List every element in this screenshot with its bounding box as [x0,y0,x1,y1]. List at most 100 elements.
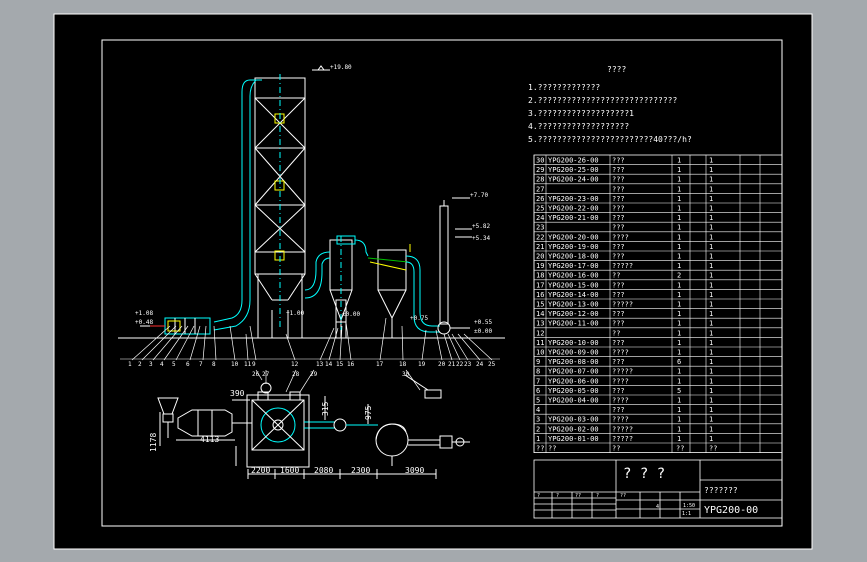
bom-code: YPG200-10-00 [548,339,599,347]
bom-material: 1 [709,377,713,385]
bom-name: ??? [612,176,625,184]
callout-14: 14 [325,361,333,368]
cyclone-2 [367,244,411,338]
bom-row: 11 YPG200-10-00??? 1 1 [536,339,713,347]
callout-leader-2 [141,325,177,361]
bom-name: ?? [612,272,620,280]
bom-row: 24 YPG200-21-00??? 1 1 [536,214,713,222]
bom-qty: 1 [677,416,681,424]
bom-code: YPG200-12-00 [548,310,599,318]
dim-2200: 2200 [251,466,270,475]
bom-row: 10 YPG200-09-00???? 1 1 [536,349,713,357]
callout-leader-16 [345,321,352,361]
bom-name: ??? [612,195,625,203]
callout-leader-13 [319,327,335,361]
bom-qty: 1 [677,368,681,376]
bom-name: ???? [612,416,629,424]
bom-row: 16 YPG200-14-00??? 1 1 [536,291,713,299]
approval-marks: ? ? ? [623,466,665,482]
bom-material: 1 [709,425,713,433]
bom-qty: 1 [677,166,681,174]
bom-name: ??? [612,281,625,289]
bom-no: 22 [536,233,544,241]
bom-qty: 1 [677,377,681,385]
dim-2080: 2080 [314,466,333,475]
bom-qty: 1 [677,349,681,357]
bom-material: 1 [709,329,713,337]
tb-cell-5: ?? [620,493,626,499]
bom-qty: 1 [677,195,681,203]
bom-code: YPG200-23-00 [548,195,599,203]
callout-19: 19 [418,361,426,368]
technical-notes: ???? 1.????????????? 2.?????????????????… [528,65,692,144]
bom-no: 21 [536,243,544,251]
bom-qty: 6 [677,358,681,366]
bom-name: ??? [612,253,625,261]
drying-tower [254,74,306,338]
bom-name: ????? [612,301,633,309]
svg-text:??: ?? [709,445,717,453]
svg-text:??: ?? [612,445,620,453]
bom-code: YPG200-02-00 [548,425,599,433]
bom-no: 1 [536,435,540,443]
bom-code: YPG200-24-00 [548,176,599,184]
callout-leader-17 [379,317,387,361]
bom-code: YPG200-05-00 [548,387,599,395]
furnace-plan [177,409,233,437]
bom-no: 6 [536,387,540,395]
note-3: 3.???????????????????1 [528,109,634,118]
bom-no: 18 [536,272,544,280]
callout-5: 5 [172,361,176,368]
callout-23: 23 [464,361,472,368]
bom-no: 13 [536,320,544,328]
note-4: 4.??????????????????? [528,122,629,131]
elev-534: +5.34 [472,235,490,242]
dim-3090: 3090 [405,466,424,475]
bom-code: YPG200-17-00 [548,262,599,270]
exhaust-chimney [437,200,470,335]
bom-row: 1 YPG200-01-00????? 1 1 [536,435,713,443]
bom-qty: 1 [677,339,681,347]
elevation-marks: +19.80 +7.70 +5.82 +5.34 +1.08 +0.48 +1.… [135,64,492,335]
callout-4: 4 [160,361,164,368]
callout-leader-18 [401,325,404,361]
bom-name: ??? [612,166,625,174]
callout-13: 13 [316,361,324,368]
callout-leader-14 [328,327,339,361]
bom-row: 2 YPG200-02-00????? 1 1 [536,425,713,433]
bom-name: ??? [612,320,625,328]
bom-no: 5 [536,397,540,405]
elev-055: +0.55 [474,319,492,326]
bom-no: 27 [536,185,544,193]
callout-20: 20 [438,361,446,368]
bom-name: ??? [612,387,625,395]
bom-qty: 1 [677,262,681,270]
bom-material: 1 [709,349,713,357]
bom-qty: 1 [677,176,681,184]
bom-name: ??? [612,358,625,366]
bom-no: 24 [536,214,544,222]
bom-material: 1 [709,291,713,299]
bom-no: 8 [536,368,540,376]
tb-cell-2: ? [556,493,559,499]
bom-code: YPG200-01-00 [548,435,599,443]
callout-24: 24 [476,361,484,368]
cad-drawing[interactable]: +19.80 +7.70 +5.82 +5.34 +1.08 +0.48 +1.… [0,0,867,562]
bom-name: ???? [612,377,629,385]
callout-group: 1 2 3 4 5 6 7 8 910 11 12 13 14 15 16 17 18 19 20 21 22 23 24 2… [120,317,500,393]
bom-row: 28 YPG200-24-00??? 1 1 [536,176,713,184]
bom-qty: 1 [677,329,681,337]
bom-name: ???? [612,233,629,241]
bom-code: YPG200-19-00 [548,243,599,251]
bom-row: 12?? 1 1 [536,329,713,337]
bom-no: 16 [536,291,544,299]
callout-9: 9 [252,361,256,368]
bom-code: YPG200-15-00 [548,281,599,289]
cyclone-1 [329,236,353,338]
callout-16: 16 [347,361,355,368]
bom-qty: 1 [677,233,681,241]
bom-qty: 1 [677,157,681,165]
callout-22: 22 [456,361,464,368]
bom-material: 1 [709,358,713,366]
bom-material: 1 [709,416,713,424]
